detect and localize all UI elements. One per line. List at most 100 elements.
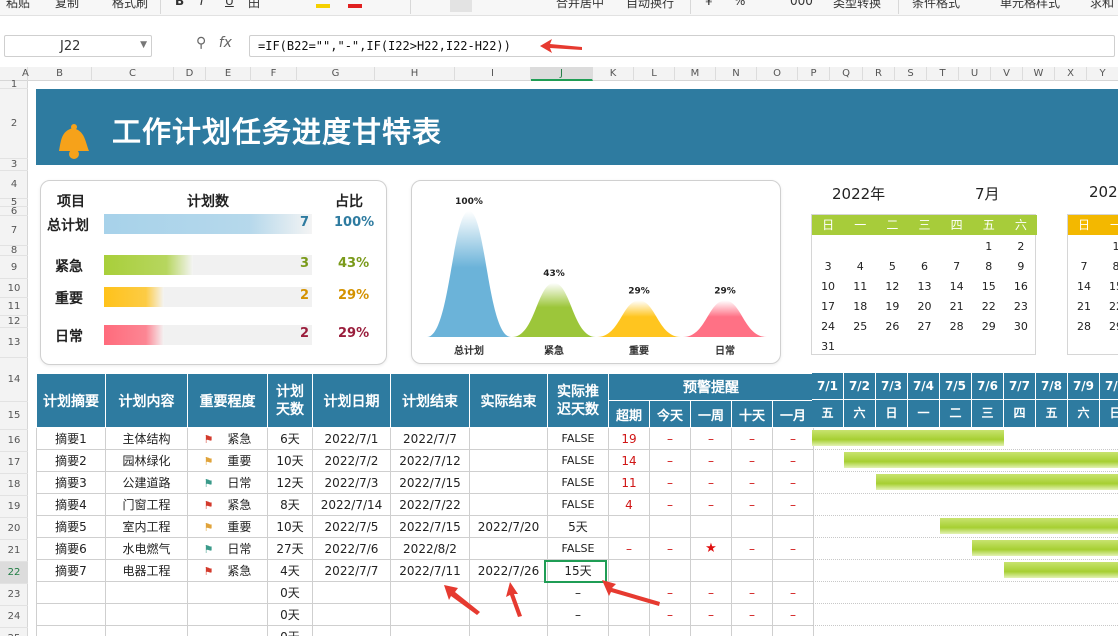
cell-level[interactable]: ⚑ 日常 xyxy=(187,471,268,494)
calendar-day[interactable]: 30 xyxy=(1005,317,1037,337)
row-header-4[interactable]: 4 xyxy=(0,171,28,199)
cell-summary[interactable]: 摘要6 xyxy=(36,537,106,560)
cell-level[interactable]: ⚑ 紧急 xyxy=(187,493,268,516)
calendar-day[interactable]: 28 xyxy=(1068,317,1100,337)
cell-start[interactable]: 2022/7/3 xyxy=(312,471,391,494)
column-header-v[interactable]: V xyxy=(991,67,1023,81)
calendar-day[interactable]: 14 xyxy=(1068,277,1100,297)
column-header-s[interactable]: S xyxy=(895,67,927,81)
calendar-day[interactable]: 4 xyxy=(844,257,876,277)
cell-content[interactable]: 公建道路 xyxy=(105,471,188,494)
row-header-17[interactable]: 17 xyxy=(0,452,28,474)
font-color-icon[interactable] xyxy=(348,4,362,8)
currency-button[interactable]: ¥ xyxy=(705,0,713,8)
calendar-day[interactable]: 21 xyxy=(941,297,973,317)
gantt-bar[interactable] xyxy=(844,452,1118,468)
cell-delay[interactable]: – xyxy=(547,603,609,626)
cell-start[interactable]: 2022/7/6 xyxy=(312,537,391,560)
calendar-day[interactable]: 20 xyxy=(908,297,940,317)
cell-actual[interactable] xyxy=(469,581,548,604)
column-header-d[interactable]: D xyxy=(174,67,206,81)
column-header-x[interactable]: X xyxy=(1055,67,1087,81)
gantt-bar[interactable] xyxy=(876,474,1118,490)
italic-button[interactable]: I xyxy=(200,0,204,8)
cell-warning[interactable]: – xyxy=(649,537,691,560)
column-header-y[interactable]: Y xyxy=(1087,67,1118,81)
cell-warning[interactable] xyxy=(690,625,732,636)
calendar-day[interactable]: 25 xyxy=(844,317,876,337)
column-header-p[interactable]: P xyxy=(798,67,830,81)
row-header-12[interactable]: 12 xyxy=(0,316,28,328)
cell-start[interactable]: 2022/7/7 xyxy=(312,559,391,582)
calendar-day[interactable]: 28 xyxy=(941,317,973,337)
cell-summary[interactable]: 摘要7 xyxy=(36,559,106,582)
cell-content[interactable]: 主体结构 xyxy=(105,427,188,450)
cell-summary[interactable]: 摘要5 xyxy=(36,515,106,538)
conditional-format-button[interactable]: 条件格式 xyxy=(912,0,960,11)
cell-warning[interactable] xyxy=(608,603,650,626)
calendar-day[interactable]: 31 xyxy=(812,337,844,357)
cell-warning[interactable]: – xyxy=(731,603,773,626)
cell-level[interactable]: ⚑ 紧急 xyxy=(187,427,268,450)
cell-days[interactable]: 0天 xyxy=(267,581,313,604)
column-header-g[interactable]: G xyxy=(297,67,375,81)
row-header-23[interactable]: 23 xyxy=(0,584,28,606)
cell-actual[interactable] xyxy=(469,449,548,472)
cell-warning[interactable]: – xyxy=(690,603,732,626)
cell-summary[interactable] xyxy=(36,581,106,604)
cell-warning[interactable] xyxy=(772,515,814,538)
cell-warning[interactable]: 19 xyxy=(608,427,650,450)
cell-delay[interactable]: FALSE xyxy=(547,449,609,472)
cell-days[interactable]: 8天 xyxy=(267,493,313,516)
column-header-n[interactable]: N xyxy=(716,67,757,81)
cell-delay[interactable]: FALSE xyxy=(547,427,609,450)
column-header-t[interactable]: T xyxy=(927,67,959,81)
cell-content[interactable]: 门窗工程 xyxy=(105,493,188,516)
row-header-10[interactable]: 10 xyxy=(0,279,28,298)
calendar-day[interactable]: 6 xyxy=(908,257,940,277)
cell-actual[interactable] xyxy=(469,427,548,450)
calendar-day[interactable]: 15 xyxy=(973,277,1005,297)
row-header-22[interactable]: 22 xyxy=(0,562,28,584)
cell-end[interactable]: 2022/7/15 xyxy=(390,471,470,494)
cell-warning[interactable]: – xyxy=(649,493,691,516)
cell-days[interactable]: 0天 xyxy=(267,603,313,626)
percent-button[interactable]: % xyxy=(734,0,745,8)
row-header-13[interactable]: 13 xyxy=(0,328,28,358)
column-header-q[interactable]: Q xyxy=(830,67,863,81)
cell-style-button[interactable]: 单元格样式 xyxy=(1000,0,1060,11)
cell-days[interactable]: 4天 xyxy=(267,559,313,582)
calendar-day[interactable]: 29 xyxy=(973,317,1005,337)
calendar-day[interactable]: 12 xyxy=(876,277,908,297)
cell-warning[interactable] xyxy=(608,581,650,604)
column-header-u[interactable]: U xyxy=(959,67,991,81)
calendar-day[interactable]: 7 xyxy=(1068,257,1100,277)
cell-warning[interactable]: – xyxy=(649,449,691,472)
align-center-icon[interactable] xyxy=(450,0,472,12)
format-painter-button[interactable]: 格式刷 xyxy=(112,0,148,11)
row-header-6[interactable]: 6 xyxy=(0,207,28,217)
calendar-day[interactable]: 27 xyxy=(908,317,940,337)
cell-warning[interactable] xyxy=(608,559,650,582)
cell-delay[interactable]: – xyxy=(547,581,609,604)
cell-delay[interactable]: FALSE xyxy=(547,493,609,516)
row-header-20[interactable]: 20 xyxy=(0,518,28,540)
calendar-day[interactable]: 15 xyxy=(1100,277,1118,297)
cell-summary[interactable] xyxy=(36,625,106,636)
calendar-day[interactable]: 17 xyxy=(812,297,844,317)
row-header-16[interactable]: 16 xyxy=(0,430,28,452)
zoom-search-icon[interactable]: ⚲ xyxy=(196,35,206,51)
cell-actual[interactable] xyxy=(469,471,548,494)
paste-button[interactable]: 粘贴 xyxy=(6,0,30,11)
cell-warning[interactable]: – xyxy=(731,493,773,516)
cell-delay[interactable] xyxy=(547,625,609,636)
cell-level[interactable]: ⚑ 日常 xyxy=(187,537,268,560)
bold-button[interactable]: B xyxy=(175,0,184,8)
cell-warning[interactable] xyxy=(649,625,691,636)
cell-start[interactable] xyxy=(312,603,391,626)
cell-end[interactable]: 2022/7/11 xyxy=(390,559,470,582)
thousands-button[interactable]: 000 xyxy=(790,0,813,8)
sum-button[interactable]: 求和 xyxy=(1090,0,1114,11)
calendar-day[interactable]: 21 xyxy=(1068,297,1100,317)
cell-actual[interactable] xyxy=(469,625,548,636)
